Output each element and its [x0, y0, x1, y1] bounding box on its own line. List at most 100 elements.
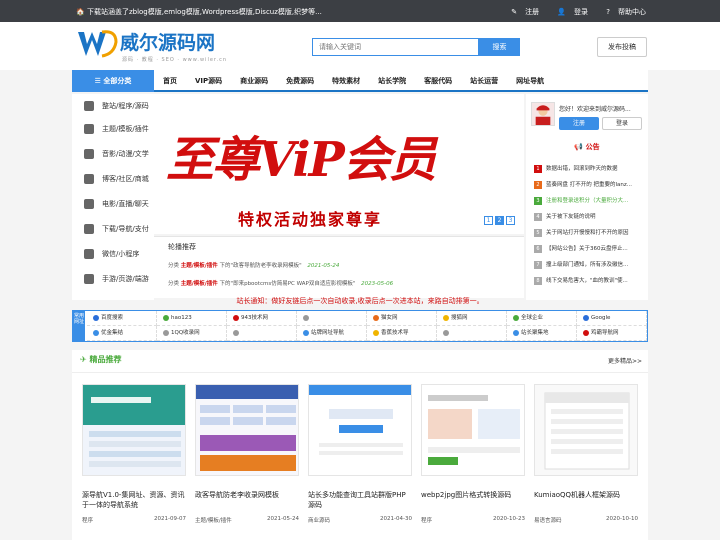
avatar-icon [535, 105, 551, 125]
thumbnail-image [535, 385, 637, 475]
card-category[interactable]: 程序 [421, 516, 432, 524]
link-icon [233, 314, 239, 321]
sidebar-item-blog[interactable]: 博客/社区/商城 [72, 167, 154, 192]
friend-link[interactable]: hao123 [157, 311, 227, 326]
friend-link[interactable]: 百度搜索 [87, 311, 157, 326]
more-featured-link[interactable]: 更多精品>> [608, 356, 642, 365]
card-category[interactable]: 商业源码 [308, 516, 330, 524]
announcement-item[interactable]: 3 注册和登录送积分（大量积分大... [534, 196, 644, 205]
featured-card[interactable]: 源导航V1.0-集网址、资源、资讯于一体的导航系统 程序 2021-09-07 [82, 384, 186, 524]
announcement-item[interactable]: 4 关于被下友链的说明 [534, 212, 644, 221]
link-icon [233, 329, 239, 336]
recommend-title: 轮播推荐 [168, 243, 196, 251]
logo-text[interactable]: 威尔源码网 [120, 28, 215, 55]
register-link[interactable]: ✎ 注册 [503, 8, 539, 16]
featured-card[interactable]: 政客导航防老李收录网模板 主题/模板/插件 2021-05-24 [195, 384, 299, 524]
thumbnail-image [309, 385, 411, 475]
card-title[interactable]: webp2jpg图片格式转换源码 [421, 490, 525, 500]
login-link[interactable]: 👤 登录 [549, 8, 588, 16]
friend-link[interactable] [297, 311, 367, 326]
recommend-row[interactable]: 分类 主题/模板/插件 下的"即来pbootcms仿简易PC WAP双自适应影视… [168, 279, 393, 287]
nav-item-academy[interactable]: 站长学院 [369, 70, 415, 92]
link-icon [583, 314, 589, 321]
card-thumbnail[interactable] [308, 384, 412, 476]
friend-link[interactable]: 全球企业 [507, 311, 577, 326]
sidebar-item-download[interactable]: 下载/导航/支付 [72, 217, 154, 242]
featured-card[interactable]: KumiaoQQ机器人框架源码 易语言源码 2020-10-10 [534, 384, 638, 524]
banner-dot-3[interactable]: 3 [506, 216, 515, 225]
help-link[interactable]: ? 帮助中心 [598, 8, 646, 16]
nav-item-vip[interactable]: VIP源码 [186, 70, 231, 92]
friend-link[interactable] [227, 326, 297, 341]
announcement-item[interactable]: 7 撞上级部门通知，所有涉及徽信... [534, 260, 644, 269]
announcement-item[interactable]: 8 线下交易危害大，"血的教训"使... [534, 276, 644, 285]
nav-item-directory[interactable]: 网址导航 [507, 70, 553, 92]
friend-link[interactable]: 站长聚集地 [507, 326, 577, 341]
announcement-item[interactable]: 1 数据出错，回滚到昨天的数据 [534, 164, 644, 173]
logo-subtitle: 源码 · 教程 · SEO · www.wiler.cn [122, 57, 228, 63]
banner-headline: 至尊ViP会员 [166, 132, 437, 188]
megaphone-icon: 📢 [574, 143, 586, 151]
sidebar-item-wechat[interactable]: 微信/小程序 [72, 242, 154, 267]
search-button[interactable]: 搜索 [479, 38, 520, 56]
sidebar-item-movie[interactable]: 电影/直播/聊天 [72, 192, 154, 217]
sidebar-item-theme[interactable]: 主题/模板/插件 [72, 117, 154, 142]
card-date: 2021-09-07 [154, 516, 186, 522]
banner-dot-2[interactable]: 2 [495, 216, 504, 225]
sidebar-item-site[interactable]: 整站/程序/源码 [72, 94, 154, 119]
banner-dot-1[interactable]: 1 [484, 216, 493, 225]
announcement-item[interactable]: 6 【网站公告】关于360云盘停止... [534, 244, 644, 253]
video-icon [84, 149, 94, 159]
promo-banner[interactable]: 至尊ViP会员 特权活动独家尊享 [154, 94, 524, 234]
nav-item-service[interactable]: 客服代码 [415, 70, 461, 92]
card-title[interactable]: KumiaoQQ机器人框架源码 [534, 490, 638, 500]
card-title[interactable]: 政客导航防老李收录网模板 [195, 490, 299, 500]
featured-card[interactable]: webp2jpg图片格式转换源码 程序 2020-10-23 [421, 384, 525, 524]
announcement-item[interactable]: 2 蓝奏网盘 打不开的 把重要的lanz... [534, 180, 644, 189]
register-button[interactable]: 注册 [559, 117, 599, 130]
card-thumbnail[interactable] [195, 384, 299, 476]
friend-link[interactable]: Google [577, 311, 647, 326]
featured-card[interactable]: 站长多功能查询工具站群版PHP源码 商业源码 2021-04-30 [308, 384, 412, 524]
link-icon [303, 329, 309, 336]
friend-link[interactable]: 搜狐网 [437, 311, 507, 326]
friend-link[interactable]: 943技术网 [227, 311, 297, 326]
announcement-item[interactable]: 5 关于网站打开慢慢和打不开的原因 [534, 228, 644, 237]
friend-link[interactable]: 优金集结 [87, 326, 157, 341]
card-category[interactable]: 易语言源码 [534, 516, 562, 524]
friend-link[interactable]: 站牌网址导航 [297, 326, 367, 341]
all-categories-button[interactable]: ☰ 全部分类 [72, 70, 154, 92]
card-category[interactable]: 程序 [82, 516, 93, 524]
banner-tagline: 特权活动独家尊享 [238, 210, 383, 229]
card-title[interactable]: 站长多功能查询工具站群版PHP源码 [308, 490, 412, 510]
post-button[interactable]: 发布投稿 [597, 37, 647, 57]
top-links: ✎ 注册 👤 登录 ? 帮助中心 [495, 7, 646, 17]
top-bar: 🏠 下载站涵盖了zblog模版,emlog模版,Wordpress模版,Disc… [0, 0, 720, 22]
friend-link[interactable] [437, 326, 507, 341]
search-input[interactable] [312, 38, 479, 56]
nav-item-effects[interactable]: 特效素材 [323, 70, 369, 92]
card-thumbnail[interactable] [534, 384, 638, 476]
card-thumbnail[interactable] [82, 384, 186, 476]
home-icon: 🏠 [76, 8, 85, 16]
card-date: 2020-10-23 [493, 516, 525, 522]
sidebar-item-games[interactable]: 手游/页游/端游 [72, 267, 154, 292]
link-icon [513, 329, 519, 336]
card-category[interactable]: 主题/模板/插件 [195, 516, 232, 524]
sidebar-item-media[interactable]: 音影/动漫/文学 [72, 142, 154, 167]
login-button[interactable]: 登录 [602, 117, 642, 130]
carousel-recommend: 轮播推荐 分类 主题/模板/插件 下的"政客导航防老李收录网模板" 2021-0… [154, 236, 524, 298]
logo-icon[interactable] [76, 28, 118, 60]
friend-link[interactable]: 1QQ收录网 [157, 326, 227, 341]
friend-link[interactable]: 猫女网 [367, 311, 437, 326]
nav-item-operation[interactable]: 站长运营 [461, 70, 507, 92]
nav-item-free[interactable]: 免费源码 [277, 70, 323, 92]
card-title[interactable]: 源导航V1.0-集网址、资源、资讯于一体的导航系统 [82, 490, 186, 510]
nav-item-commercial[interactable]: 商业源码 [231, 70, 277, 92]
friend-link[interactable]: 鸡霸导航网 [577, 326, 647, 341]
friend-link[interactable]: 香蕉技术导 [367, 326, 437, 341]
file-icon [84, 101, 94, 111]
card-thumbnail[interactable] [421, 384, 525, 476]
recommend-row[interactable]: 分类 主题/模板/插件 下的"政客导航防老李收录网模板" 2021-05-24 [168, 261, 339, 269]
nav-item-home[interactable]: 首页 [154, 70, 186, 92]
